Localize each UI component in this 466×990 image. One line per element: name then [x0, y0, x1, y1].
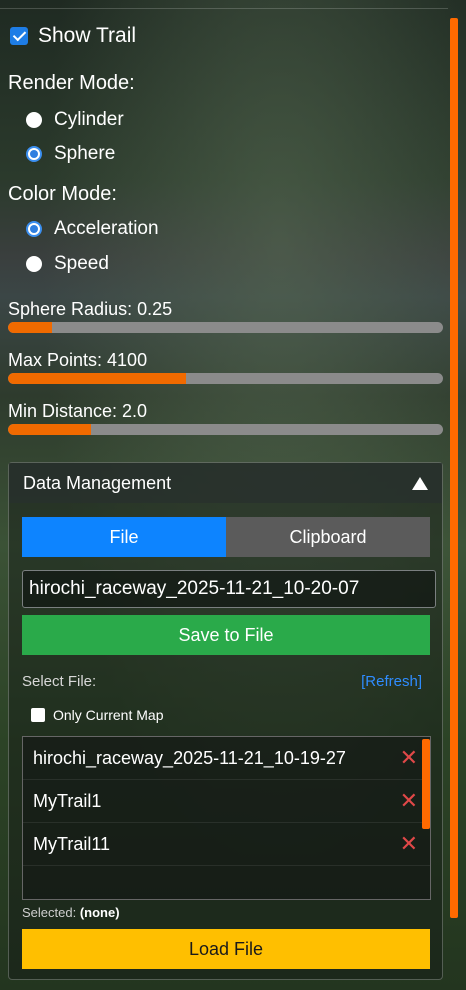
- checkbox-checked-icon[interactable]: [10, 27, 28, 45]
- radio-on-icon[interactable]: [26, 146, 42, 162]
- file-list[interactable]: hirochi_raceway_2025-11-21_10-19-27 ✕ My…: [22, 736, 431, 900]
- refresh-link[interactable]: [Refresh]: [361, 673, 422, 690]
- data-management-header[interactable]: Data Management: [9, 463, 442, 503]
- list-item[interactable]: MyTrail1 ✕: [23, 780, 430, 823]
- selected-status: Selected: (none): [22, 905, 120, 920]
- top-divider: [0, 8, 448, 9]
- data-management-section: Data Management File Clipboard hirochi_r…: [8, 462, 443, 980]
- max-points-fill: [8, 373, 187, 384]
- select-file-label: Select File:: [22, 673, 97, 690]
- color-mode-label: Color Mode:: [8, 183, 117, 205]
- filename-input[interactable]: hirochi_raceway_2025-11-21_10-20-07: [22, 570, 436, 608]
- panel-scrollbar[interactable]: [450, 18, 458, 918]
- max-points-label: Max Points: 4100: [8, 350, 148, 370]
- delete-x-icon[interactable]: ✕: [400, 788, 418, 814]
- file-list-scrollbar[interactable]: [422, 739, 430, 829]
- sphere-radius-label: Sphere Radius: 0.25: [8, 299, 173, 319]
- render-mode-label: Render Mode:: [8, 72, 135, 94]
- radio-off-icon[interactable]: [26, 112, 42, 128]
- min-distance-label: Min Distance: 2.0: [8, 401, 148, 421]
- radio-acceleration[interactable]: Acceleration: [26, 218, 159, 240]
- list-item[interactable]: hirochi_raceway_2025-11-21_10-19-27 ✕: [23, 737, 430, 780]
- delete-x-icon[interactable]: ✕: [400, 831, 418, 857]
- radio-speed[interactable]: Speed: [26, 253, 109, 275]
- radio-cylinder[interactable]: Cylinder: [26, 109, 124, 131]
- save-to-file-button[interactable]: Save to File: [22, 615, 430, 655]
- radio-sphere-label: Sphere: [54, 143, 116, 164]
- list-item[interactable]: MyTrail11 ✕: [23, 823, 430, 866]
- file-name: MyTrail11: [33, 834, 111, 854]
- mode-tabs: File Clipboard: [22, 517, 430, 557]
- file-name: hirochi_raceway_2025-11-21_10-19-27: [33, 748, 346, 768]
- trail-settings-panel: Show Trail Render Mode: Cylinder Sphere …: [0, 0, 458, 990]
- max-points-slider[interactable]: [8, 373, 443, 384]
- show-trail-checkbox[interactable]: Show Trail: [10, 24, 136, 48]
- delete-x-icon[interactable]: ✕: [400, 745, 418, 771]
- radio-sphere[interactable]: Sphere: [26, 143, 115, 165]
- tab-file[interactable]: File: [22, 517, 226, 557]
- radio-speed-label: Speed: [54, 253, 109, 274]
- radio-acceleration-label: Acceleration: [54, 218, 159, 239]
- min-distance-fill: [8, 424, 91, 435]
- checkbox-unchecked-icon[interactable]: [31, 708, 45, 722]
- sphere-radius-fill: [8, 322, 52, 333]
- load-file-button[interactable]: Load File: [22, 929, 430, 969]
- collapse-triangle-icon[interactable]: [412, 476, 428, 490]
- only-current-map-checkbox[interactable]: Only Current Map: [31, 707, 163, 723]
- selected-label: Selected:: [22, 905, 80, 920]
- data-management-title: Data Management: [23, 472, 172, 493]
- sphere-radius-slider[interactable]: [8, 322, 443, 333]
- radio-off-icon[interactable]: [26, 256, 42, 272]
- tab-clipboard[interactable]: Clipboard: [226, 517, 430, 557]
- show-trail-label: Show Trail: [38, 24, 137, 47]
- min-distance-slider[interactable]: [8, 424, 443, 435]
- radio-cylinder-label: Cylinder: [54, 109, 124, 130]
- radio-on-icon[interactable]: [26, 221, 42, 237]
- only-current-map-label: Only Current Map: [53, 707, 164, 723]
- file-name: MyTrail1: [33, 791, 102, 811]
- selected-value: (none): [79, 905, 120, 920]
